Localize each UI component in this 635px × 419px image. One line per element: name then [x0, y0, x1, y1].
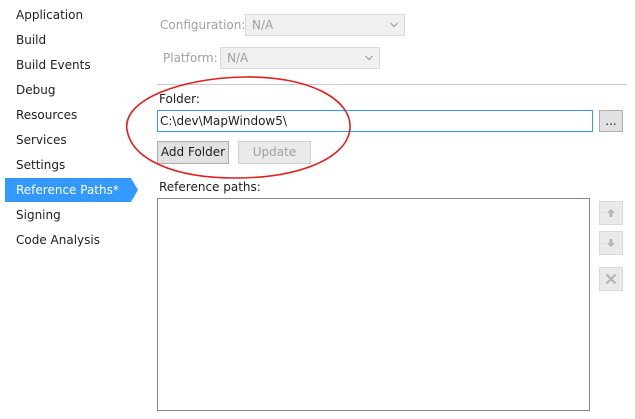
browse-button[interactable]: ...	[599, 110, 623, 132]
platform-dropdown[interactable]: N/A	[220, 47, 380, 69]
section-divider	[157, 84, 627, 85]
sidebar-item-build-events[interactable]: Build Events	[5, 53, 137, 77]
configuration-dropdown[interactable]: N/A	[245, 14, 405, 36]
add-folder-button[interactable]: Add Folder	[157, 141, 229, 164]
sidebar-item-resources[interactable]: Resources	[5, 103, 137, 127]
platform-label: Platform:	[163, 51, 218, 65]
reference-paths-list[interactable]	[157, 198, 590, 411]
configuration-value: N/A	[252, 18, 274, 32]
sidebar-item-code-analysis[interactable]: Code Analysis	[5, 228, 137, 252]
remove-x-icon	[605, 273, 617, 285]
move-up-button[interactable]	[599, 201, 623, 225]
chevron-down-icon	[390, 22, 398, 28]
sidebar-item-settings[interactable]: Settings	[5, 153, 137, 177]
properties-sidebar: Application Build Build Events Debug Res…	[0, 0, 140, 419]
project-properties-window: Application Build Build Events Debug Res…	[0, 0, 635, 419]
folder-label: Folder:	[159, 92, 200, 106]
platform-value: N/A	[227, 51, 249, 65]
update-button[interactable]: Update	[238, 141, 311, 164]
arrow-up-icon	[607, 209, 615, 217]
sidebar-item-reference-paths[interactable]: Reference Paths*	[5, 178, 138, 202]
folder-input[interactable]	[157, 110, 593, 132]
chevron-down-icon	[365, 55, 373, 61]
remove-button[interactable]	[599, 267, 623, 291]
configuration-label: Configuration:	[160, 18, 246, 32]
sidebar-item-build[interactable]: Build	[5, 28, 137, 52]
arrow-down-icon	[607, 239, 615, 247]
sidebar-item-signing[interactable]: Signing	[5, 203, 137, 227]
sidebar-item-application[interactable]: Application	[5, 3, 137, 27]
reference-paths-label: Reference paths:	[159, 180, 261, 194]
sidebar-item-debug[interactable]: Debug	[5, 78, 137, 102]
move-down-button[interactable]	[599, 231, 623, 255]
sidebar-item-services[interactable]: Services	[5, 128, 137, 152]
